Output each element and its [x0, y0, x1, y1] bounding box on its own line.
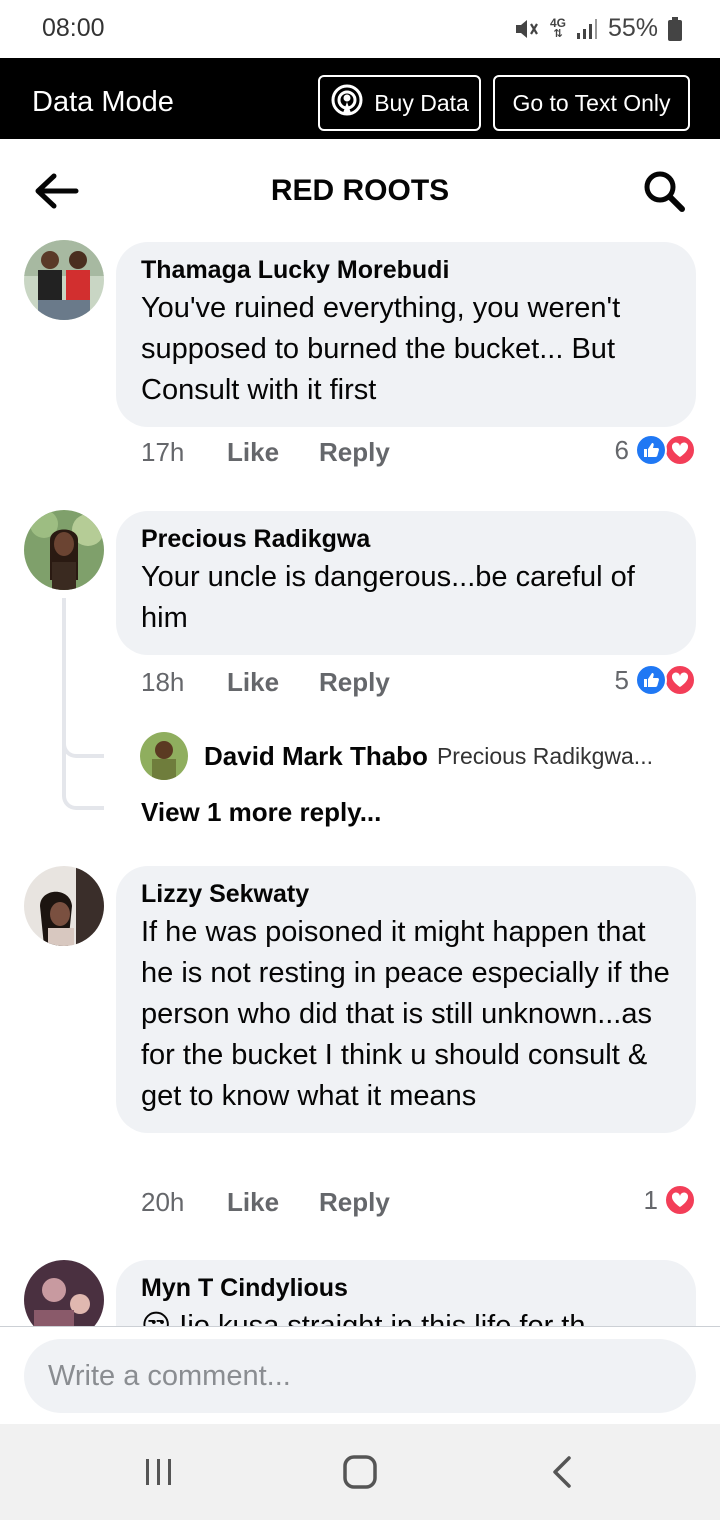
- reaction-summary[interactable]: 6: [615, 434, 696, 466]
- reaction-summary[interactable]: 5: [615, 664, 696, 696]
- view-more-replies-link[interactable]: View 1 more reply...: [141, 797, 381, 828]
- status-bar: 08:00 4G ⇅ 55%: [0, 0, 720, 58]
- data-mode-title: Data Mode: [32, 86, 174, 118]
- reply-author[interactable]: David Mark Thabo: [204, 741, 428, 772]
- nav-back-icon[interactable]: [532, 1450, 592, 1494]
- network-type-label: 4G: [549, 15, 566, 30]
- like-reaction-icon: [635, 434, 667, 466]
- comment-author[interactable]: Thamaga Lucky Morebudi: [141, 254, 672, 286]
- comment-bubble[interactable]: Thamaga Lucky Morebudi You've ruined eve…: [116, 242, 696, 427]
- comment-time[interactable]: 17h: [141, 437, 227, 468]
- avatar[interactable]: [24, 510, 104, 590]
- comment-text: Your uncle is dangerous...be careful of …: [141, 561, 635, 634]
- status-icons: 4G ⇅ 55%: [514, 14, 682, 43]
- like-button[interactable]: Like: [227, 437, 319, 468]
- comment-time[interactable]: 18h: [141, 667, 227, 698]
- love-reaction-icon: [664, 434, 696, 466]
- like-button[interactable]: Like: [227, 667, 319, 698]
- avatar[interactable]: [24, 240, 104, 320]
- love-reaction-icon: [664, 664, 696, 696]
- comment-time[interactable]: 20h: [141, 1187, 227, 1218]
- page-header: RED ROOTS: [0, 139, 720, 243]
- reply-button[interactable]: Reply: [319, 667, 390, 698]
- comment-text: You've ruined everything, you weren't su…: [141, 292, 621, 406]
- recent-apps-icon[interactable]: [129, 1450, 189, 1494]
- reply-button[interactable]: Reply: [319, 437, 390, 468]
- like-button[interactable]: Like: [227, 1187, 319, 1218]
- text-only-button[interactable]: Go to Text Only: [493, 75, 690, 131]
- comment-text: If he was poisoned it might happen that …: [141, 916, 670, 1112]
- broadcast-icon: [330, 83, 364, 123]
- system-nav-bar: [0, 1424, 720, 1520]
- network-4g-icon: 4G ⇅: [549, 15, 566, 40]
- comment-author[interactable]: Precious Radikgwa: [141, 523, 672, 555]
- mute-icon: [514, 17, 540, 41]
- battery-percent: 55%: [607, 14, 658, 42]
- comment-composer: [0, 1326, 720, 1424]
- comment-bubble[interactable]: Precious Radikgwa Your uncle is dangerou…: [116, 511, 696, 655]
- like-reaction-icon: [635, 664, 667, 696]
- love-reaction-icon: [664, 1184, 696, 1216]
- comment-actions: 17h Like Reply 6: [141, 432, 696, 472]
- signal-icon: [576, 18, 598, 40]
- buy-data-button[interactable]: Buy Data: [318, 75, 481, 131]
- comment-author[interactable]: Lizzy Sekwaty: [141, 878, 672, 910]
- comment-input[interactable]: [24, 1339, 696, 1413]
- comment-author[interactable]: Myn T Cindylious: [141, 1272, 672, 1304]
- buy-data-label: Buy Data: [374, 89, 469, 116]
- search-icon[interactable]: [642, 169, 686, 213]
- data-mode-bar: Data Mode Buy Data Go to Text Only: [0, 58, 720, 139]
- comment-actions: 20h Like Reply 1: [141, 1182, 696, 1222]
- reply-thread-branch: [62, 740, 104, 758]
- reaction-count: 5: [614, 664, 629, 695]
- battery-icon: [668, 16, 682, 41]
- avatar[interactable]: [140, 732, 188, 780]
- status-time: 08:00: [42, 14, 105, 42]
- reaction-summary[interactable]: 1: [644, 1184, 696, 1216]
- avatar[interactable]: [24, 866, 104, 946]
- page-title: RED ROOTS: [270, 174, 450, 207]
- reply-snippet: Precious Radikgwa...: [436, 742, 653, 769]
- reaction-count: 6: [614, 434, 629, 465]
- reaction-count: 1: [643, 1184, 658, 1215]
- reply-button[interactable]: Reply: [319, 1187, 390, 1218]
- home-icon[interactable]: [330, 1450, 390, 1494]
- reply-thread-line: [62, 598, 104, 810]
- reply-preview[interactable]: David Mark Thabo Precious Radikgwa...: [140, 732, 700, 780]
- comment-actions: 18h Like Reply 5: [141, 662, 696, 702]
- comment-bubble[interactable]: Lizzy Sekwaty If he was poisoned it migh…: [116, 866, 696, 1133]
